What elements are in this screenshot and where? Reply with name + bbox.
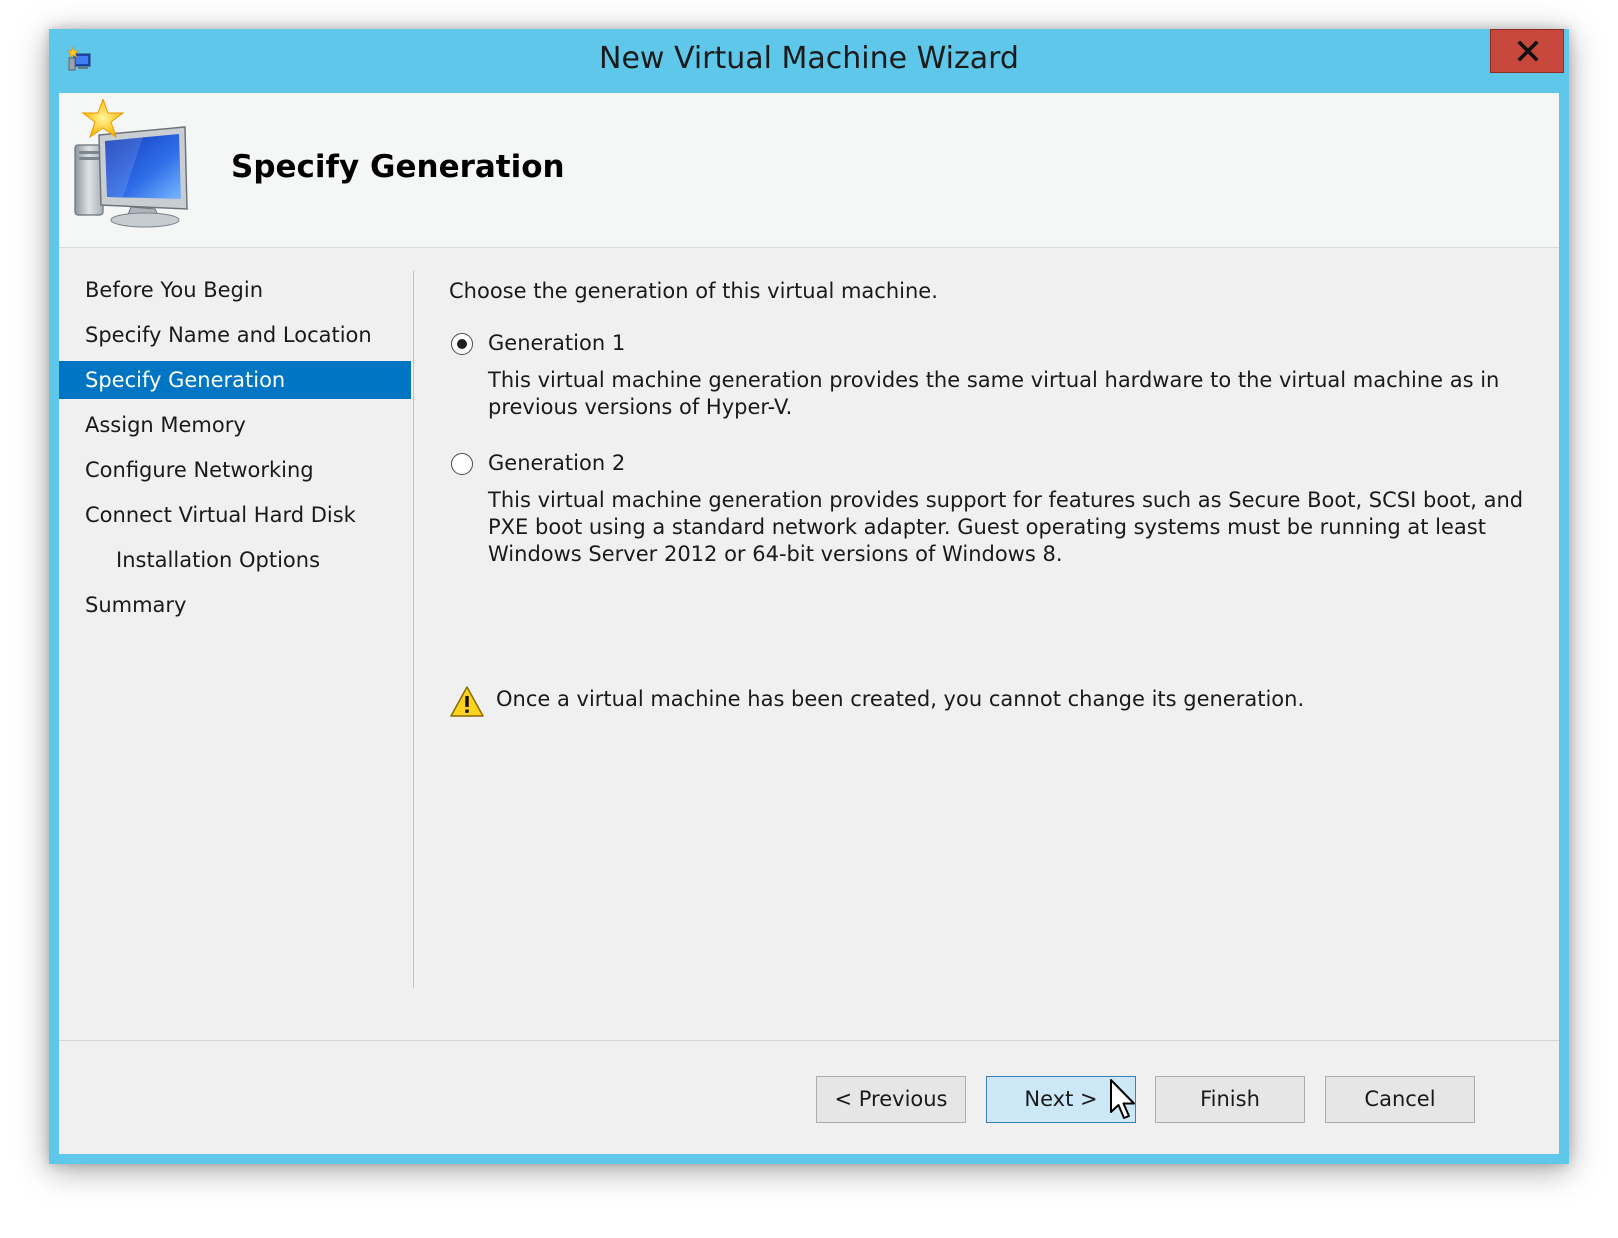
generation-2-label[interactable]: Generation 2 bbox=[488, 451, 625, 475]
wizard-steps-nav: Before You Begin Specify Name and Locati… bbox=[59, 271, 411, 631]
step-summary[interactable]: Summary bbox=[59, 586, 411, 624]
step-installation-options[interactable]: Installation Options bbox=[59, 541, 411, 579]
intro-text: Choose the generation of this virtual ma… bbox=[449, 279, 938, 303]
wizard-window: New Virtual Machine Wizard Specify Gener… bbox=[49, 29, 1569, 1164]
nav-divider bbox=[413, 271, 414, 988]
generation-1-option[interactable]: Generation 1 bbox=[449, 331, 849, 361]
radio-selected-dot bbox=[457, 339, 467, 349]
new-computer-star-icon bbox=[73, 97, 195, 233]
close-icon bbox=[1517, 41, 1539, 61]
step-configure-networking[interactable]: Configure Networking bbox=[59, 451, 411, 489]
generation-2-option[interactable]: Generation 2 bbox=[449, 451, 849, 481]
generation-2-description: This virtual machine generation provides… bbox=[488, 488, 1524, 566]
warning-triangle-icon bbox=[449, 685, 485, 723]
warning-text: Once a virtual machine has been created,… bbox=[496, 687, 1305, 711]
wizard-header: Specify Generation bbox=[59, 93, 1559, 248]
step-specify-name-and-location[interactable]: Specify Name and Location bbox=[59, 316, 411, 354]
generation-1-radio[interactable] bbox=[451, 333, 473, 355]
title-bar[interactable]: New Virtual Machine Wizard bbox=[49, 29, 1569, 93]
step-before-you-begin[interactable]: Before You Begin bbox=[59, 271, 411, 309]
step-specify-generation[interactable]: Specify Generation bbox=[59, 361, 411, 399]
step-assign-memory[interactable]: Assign Memory bbox=[59, 406, 411, 444]
close-button[interactable] bbox=[1490, 29, 1564, 73]
step-connect-virtual-hard-disk[interactable]: Connect Virtual Hard Disk bbox=[59, 496, 411, 534]
window-title: New Virtual Machine Wizard bbox=[599, 41, 1019, 76]
wizard-client-area: Specify Generation Before You Begin Spec… bbox=[59, 93, 1559, 1154]
generation-2-radio[interactable] bbox=[451, 453, 473, 475]
generation-1-description: This virtual machine generation provides… bbox=[488, 368, 1500, 419]
footer-divider bbox=[59, 1040, 1559, 1041]
finish-button[interactable]: Finish bbox=[1155, 1076, 1305, 1123]
cancel-button[interactable]: Cancel bbox=[1325, 1076, 1475, 1123]
mouse-pointer-icon bbox=[1109, 1078, 1137, 1128]
page-title: Specify Generation bbox=[231, 149, 565, 185]
previous-button[interactable]: < Previous bbox=[816, 1076, 966, 1123]
generation-1-label[interactable]: Generation 1 bbox=[488, 331, 625, 355]
